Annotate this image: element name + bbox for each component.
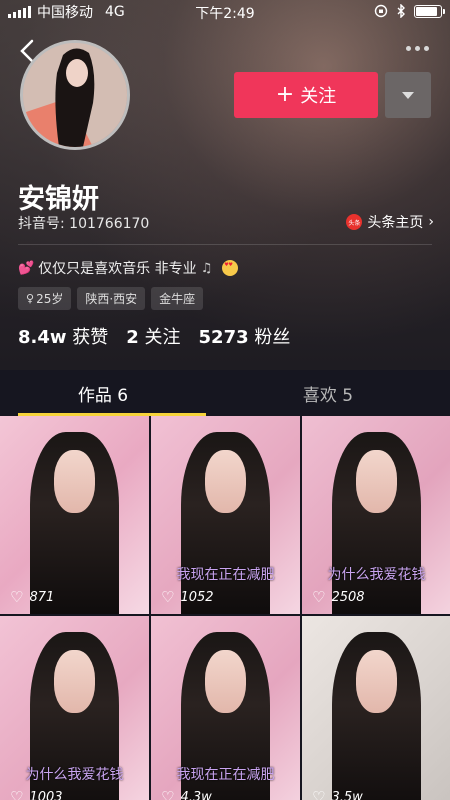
video-thumbnail[interactable]: ♡ 3.5w	[302, 616, 450, 800]
tab-works[interactable]: 作品 6	[0, 370, 206, 416]
tab-likes[interactable]: 喜欢 5	[206, 370, 450, 416]
video-thumbnail[interactable]: 为什么我爱花钱 ♡ 1003	[0, 616, 149, 800]
video-like-number: 4.3w	[180, 789, 212, 800]
battery-icon	[414, 4, 445, 18]
heart-outline-icon: ♡	[10, 588, 24, 606]
following-label: 关注	[144, 327, 181, 348]
fans-stat[interactable]: 5273 粉丝	[199, 323, 291, 349]
heart-outline-icon: ♡	[10, 788, 24, 800]
age-tag: ♀ 25岁	[18, 287, 72, 310]
bio: 💕 仅仅只是喜欢音乐 非专业 ♫	[18, 258, 239, 278]
following-stat[interactable]: 2 关注	[126, 323, 180, 349]
following-count: 2	[126, 327, 139, 348]
likes-label: 获赞	[72, 327, 109, 348]
toutiao-homepage-link[interactable]: 头条 头条主页 ›	[346, 212, 434, 232]
zodiac-tag: 金牛座	[151, 287, 204, 310]
avatar[interactable]	[20, 40, 130, 150]
chevron-right-icon: ›	[428, 214, 434, 230]
location-tag-label: 陕西·西安	[85, 292, 138, 306]
video-thumbnail[interactable]: 我现在正在减肥 ♡ 1052	[151, 416, 300, 614]
more-options-icon[interactable]	[406, 40, 434, 56]
video-like-count: ♡ 2508	[312, 588, 365, 606]
video-like-number: 1052	[180, 589, 214, 605]
bluetooth-icon	[397, 4, 405, 18]
video-like-count: ♡ 871	[10, 588, 54, 606]
likes-stat: 8.4w 获赞	[18, 323, 108, 349]
video-like-number: 3.5w	[331, 789, 363, 800]
toutiao-logo-icon: 头条	[346, 214, 363, 230]
orientation-lock-icon	[374, 4, 388, 18]
video-thumbnail[interactable]: 我现在正在减肥 ♡ 4.3w	[151, 616, 300, 800]
video-like-count: ♡ 3.5w	[312, 788, 363, 800]
bio-text: 仅仅只是喜欢音乐 非专业	[38, 261, 197, 277]
likes-count: 8.4w	[18, 327, 67, 348]
heart-outline-icon: ♡	[312, 788, 326, 800]
heart-outline-icon: ♡	[312, 588, 326, 606]
profile-stats: 8.4w 获赞 2 关注 5273 粉丝	[18, 323, 290, 349]
heart-outline-icon: ♡	[161, 788, 175, 800]
video-like-count: ♡ 4.3w	[161, 788, 212, 800]
douyin-id: 抖音号: 101766170	[18, 216, 150, 232]
video-grid: ♡ 871 我现在正在减肥 ♡ 1052 为什么我爱花钱 ♡ 2508 为什么我爱花钱…	[0, 416, 450, 800]
fans-label: 粉丝	[254, 327, 291, 348]
video-thumbnail[interactable]: 为什么我爱花钱 ♡ 2508	[302, 416, 450, 614]
recommend-dropdown-button[interactable]	[385, 72, 431, 118]
video-caption: 为什么我爱花钱	[25, 767, 124, 783]
video-like-number: 2508	[331, 589, 365, 605]
profile-tabs: 作品 6 喜欢 5	[0, 370, 450, 416]
video-like-count: ♡ 1003	[10, 788, 63, 800]
location-tag: 陕西·西安	[77, 287, 146, 310]
video-caption: 为什么我爱花钱	[327, 567, 426, 583]
fans-count: 5273	[198, 327, 249, 348]
female-icon: ♀	[26, 292, 35, 305]
battery-level	[416, 6, 437, 16]
video-like-number: 1003	[29, 789, 63, 800]
profile-tags: ♀ 25岁 陕西·西安 金牛座	[18, 287, 204, 310]
video-caption: 我现在正在减肥	[176, 567, 275, 583]
toutiao-link-label: 头条主页	[367, 215, 424, 231]
zodiac-tag-label: 金牛座	[159, 292, 196, 306]
video-thumbnail[interactable]: ♡ 871	[0, 416, 149, 614]
video-like-number: 871	[29, 589, 55, 605]
heart-outline-icon: ♡	[161, 588, 175, 606]
status-bar: 中国移动 4G 下午2:49	[0, 0, 450, 24]
music-note-icon: ♫	[200, 260, 213, 276]
triangle-down-icon	[402, 91, 414, 99]
plus-icon: +	[275, 82, 295, 107]
divider	[18, 244, 432, 245]
profile-name: 安锦妍	[18, 184, 99, 215]
two-hearts-icon: 💕	[18, 260, 35, 276]
follow-button-label: 关注	[300, 86, 337, 107]
age-tag-label: 25岁	[36, 292, 64, 306]
video-like-count: ♡ 1052	[161, 588, 214, 606]
follow-button[interactable]: + 关注	[234, 72, 378, 118]
video-caption: 我现在正在减肥	[176, 767, 275, 783]
heart-eyes-emoji-icon	[222, 260, 239, 276]
